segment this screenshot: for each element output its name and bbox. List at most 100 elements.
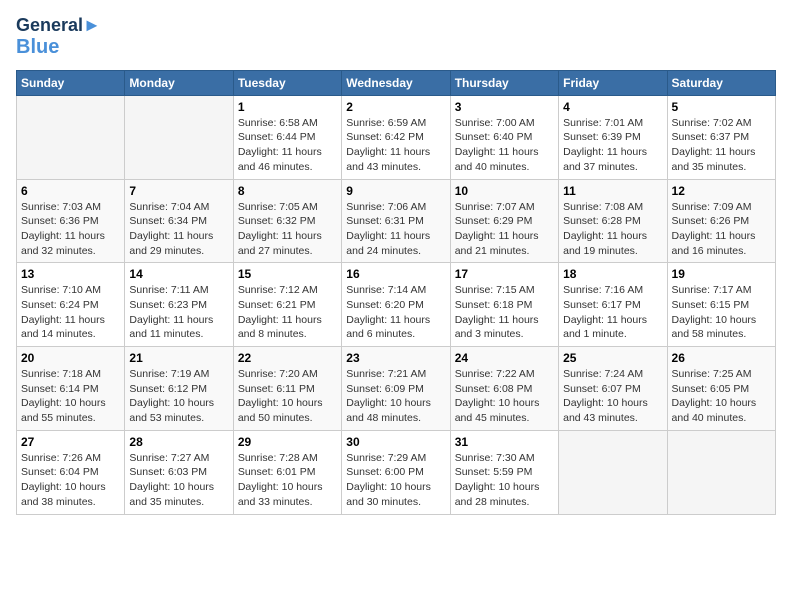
day-info: Sunrise: 7:08 AMSunset: 6:28 PMDaylight:… [563,200,662,259]
day-info: Sunrise: 7:29 AMSunset: 6:00 PMDaylight:… [346,451,445,510]
calendar-cell: 3 Sunrise: 7:00 AMSunset: 6:40 PMDaylight… [450,95,558,179]
col-header-friday: Friday [559,70,667,95]
logo: General► Blue [16,16,101,58]
day-info: Sunrise: 7:27 AMSunset: 6:03 PMDaylight:… [129,451,228,510]
day-info: Sunrise: 7:02 AMSunset: 6:37 PMDaylight:… [672,116,771,175]
calendar-cell: 2 Sunrise: 6:59 AMSunset: 6:42 PMDaylight… [342,95,450,179]
day-info: Sunrise: 7:20 AMSunset: 6:11 PMDaylight:… [238,367,337,426]
day-number: 7 [129,184,228,198]
calendar-cell [125,95,233,179]
day-info: Sunrise: 7:19 AMSunset: 6:12 PMDaylight:… [129,367,228,426]
day-number: 18 [563,267,662,281]
calendar-week-3: 13 Sunrise: 7:10 AMSunset: 6:24 PMDayligh… [17,263,776,347]
logo-general: General [16,15,83,35]
day-info: Sunrise: 7:17 AMSunset: 6:15 PMDaylight:… [672,283,771,342]
logo-blue: Blue [16,36,59,58]
calendar-cell: 27 Sunrise: 7:26 AMSunset: 6:04 PMDayligh… [17,430,125,514]
calendar-cell: 23Sunrise: 7:21 AMSunset: 6:09 PMDayligh… [342,347,450,431]
day-info: Sunrise: 7:15 AMSunset: 6:18 PMDaylight:… [455,283,554,342]
day-info: Sunrise: 7:30 AMSunset: 5:59 PMDaylight:… [455,451,554,510]
calendar-week-4: 20 Sunrise: 7:18 AMSunset: 6:14 PMDayligh… [17,347,776,431]
day-number: 29 [238,435,337,449]
day-info: Sunrise: 7:10 AMSunset: 6:24 PMDaylight:… [21,283,120,342]
day-info: Sunrise: 7:09 AMSunset: 6:26 PMDaylight:… [672,200,771,259]
day-number: 15 [238,267,337,281]
col-header-tuesday: Tuesday [233,70,341,95]
calendar-cell: 28Sunrise: 7:27 AMSunset: 6:03 PMDayligh… [125,430,233,514]
calendar-cell: 5 Sunrise: 7:02 AMSunset: 6:37 PMDaylight… [667,95,775,179]
day-number: 3 [455,100,554,114]
calendar-cell: 29 Sunrise: 7:28 AMSunset: 6:01 PMDayligh… [233,430,341,514]
day-number: 10 [455,184,554,198]
col-header-monday: Monday [125,70,233,95]
col-header-sunday: Sunday [17,70,125,95]
calendar-cell: 22Sunrise: 7:20 AMSunset: 6:11 PMDayligh… [233,347,341,431]
day-number: 21 [129,351,228,365]
day-number: 19 [672,267,771,281]
day-number: 13 [21,267,120,281]
day-number: 17 [455,267,554,281]
calendar-cell: 25 Sunrise: 7:24 AMSunset: 6:07 PMDayligh… [559,347,667,431]
logo-text: General► Blue [16,16,101,58]
calendar-cell: 19 Sunrise: 7:17 AMSunset: 6:15 PMDayligh… [667,263,775,347]
calendar-cell: 30Sunrise: 7:29 AMSunset: 6:00 PMDayligh… [342,430,450,514]
page-header: General► Blue [16,16,776,58]
calendar-cell: 9 Sunrise: 7:06 AMSunset: 6:31 PMDaylight… [342,179,450,263]
day-number: 8 [238,184,337,198]
calendar-cell: 17 Sunrise: 7:15 AMSunset: 6:18 PMDayligh… [450,263,558,347]
day-number: 12 [672,184,771,198]
day-info: Sunrise: 7:18 AMSunset: 6:14 PMDaylight:… [21,367,120,426]
day-info: Sunrise: 7:12 AMSunset: 6:21 PMDaylight:… [238,283,337,342]
calendar-week-2: 6Sunrise: 7:03 AMSunset: 6:36 PMDaylight… [17,179,776,263]
calendar-cell [17,95,125,179]
calendar-cell: 14 Sunrise: 7:11 AMSunset: 6:23 PMDayligh… [125,263,233,347]
day-number: 14 [129,267,228,281]
day-number: 23 [346,351,445,365]
day-number: 5 [672,100,771,114]
day-number: 11 [563,184,662,198]
day-number: 1 [238,100,337,114]
day-info: Sunrise: 7:16 AMSunset: 6:17 PMDaylight:… [563,283,662,342]
day-number: 25 [563,351,662,365]
calendar-cell: 12 Sunrise: 7:09 AMSunset: 6:26 PMDayligh… [667,179,775,263]
day-number: 9 [346,184,445,198]
calendar-cell: 16 Sunrise: 7:14 AMSunset: 6:20 PMDayligh… [342,263,450,347]
day-info: Sunrise: 7:24 AMSunset: 6:07 PMDaylight:… [563,367,662,426]
day-info: Sunrise: 7:03 AMSunset: 6:36 PMDaylight:… [21,200,120,259]
day-number: 27 [21,435,120,449]
calendar-cell: 24Sunrise: 7:22 AMSunset: 6:08 PMDayligh… [450,347,558,431]
calendar-table: SundayMondayTuesdayWednesdayThursdayFrid… [16,70,776,515]
day-info: Sunrise: 7:05 AMSunset: 6:32 PMDaylight:… [238,200,337,259]
day-number: 2 [346,100,445,114]
calendar-cell: 1Sunrise: 6:58 AMSunset: 6:44 PMDaylight… [233,95,341,179]
calendar-week-5: 27 Sunrise: 7:26 AMSunset: 6:04 PMDayligh… [17,430,776,514]
calendar-cell: 4Sunrise: 7:01 AMSunset: 6:39 PMDaylight… [559,95,667,179]
calendar-cell: 11 Sunrise: 7:08 AMSunset: 6:28 PMDayligh… [559,179,667,263]
day-number: 31 [455,435,554,449]
day-info: Sunrise: 7:14 AMSunset: 6:20 PMDaylight:… [346,283,445,342]
day-number: 26 [672,351,771,365]
day-info: Sunrise: 7:07 AMSunset: 6:29 PMDaylight:… [455,200,554,259]
calendar-header-row: SundayMondayTuesdayWednesdayThursdayFrid… [17,70,776,95]
calendar-cell: 18 Sunrise: 7:16 AMSunset: 6:17 PMDayligh… [559,263,667,347]
calendar-cell: 26 Sunrise: 7:25 AMSunset: 6:05 PMDayligh… [667,347,775,431]
day-number: 20 [21,351,120,365]
day-number: 24 [455,351,554,365]
calendar-cell: 10 Sunrise: 7:07 AMSunset: 6:29 PMDayligh… [450,179,558,263]
day-info: Sunrise: 7:25 AMSunset: 6:05 PMDaylight:… [672,367,771,426]
day-info: Sunrise: 7:06 AMSunset: 6:31 PMDaylight:… [346,200,445,259]
calendar-cell: 13 Sunrise: 7:10 AMSunset: 6:24 PMDayligh… [17,263,125,347]
calendar-cell: 20 Sunrise: 7:18 AMSunset: 6:14 PMDayligh… [17,347,125,431]
day-info: Sunrise: 7:00 AMSunset: 6:40 PMDaylight:… [455,116,554,175]
day-info: Sunrise: 6:59 AMSunset: 6:42 PMDaylight:… [346,116,445,175]
calendar-cell [667,430,775,514]
day-info: Sunrise: 7:26 AMSunset: 6:04 PMDaylight:… [21,451,120,510]
calendar-cell: 6Sunrise: 7:03 AMSunset: 6:36 PMDaylight… [17,179,125,263]
day-info: Sunrise: 7:28 AMSunset: 6:01 PMDaylight:… [238,451,337,510]
day-info: Sunrise: 7:11 AMSunset: 6:23 PMDaylight:… [129,283,228,342]
day-info: Sunrise: 7:01 AMSunset: 6:39 PMDaylight:… [563,116,662,175]
logo-icon: ► [83,15,101,35]
calendar-cell: 15 Sunrise: 7:12 AMSunset: 6:21 PMDayligh… [233,263,341,347]
calendar-week-1: 1Sunrise: 6:58 AMSunset: 6:44 PMDaylight… [17,95,776,179]
day-number: 16 [346,267,445,281]
